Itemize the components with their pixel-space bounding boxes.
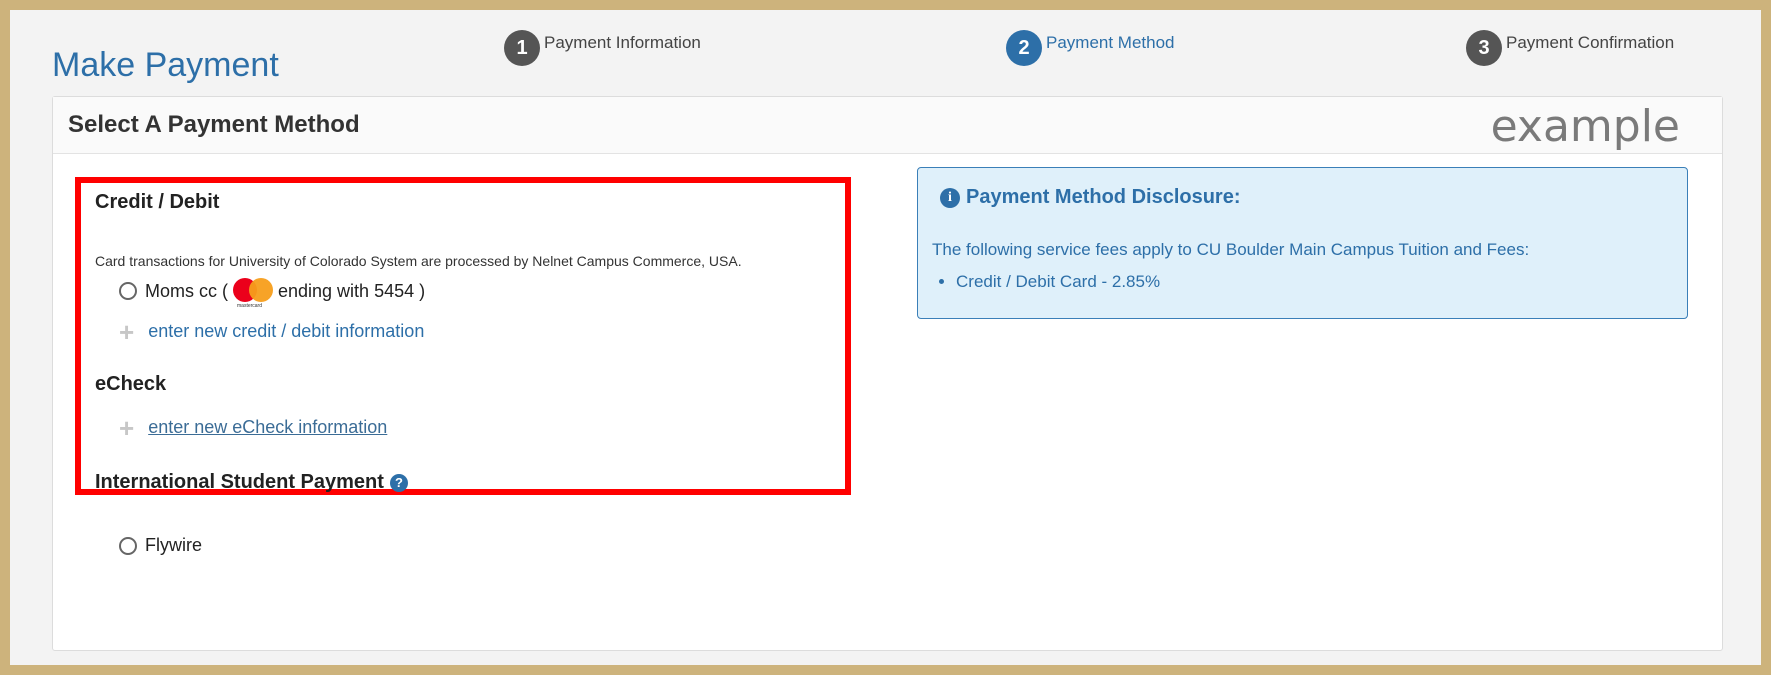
disclosure-text: The following service fees apply to CU B… xyxy=(932,240,1530,259)
step-payment-information: 1 Payment Information xyxy=(504,30,701,66)
saved-card-name: Moms cc ( xyxy=(145,280,228,301)
disclosure-title-text: Payment Method Disclosure: xyxy=(966,186,1241,208)
international-payment-heading: International Student Payment? xyxy=(95,471,408,494)
credit-debit-heading: Credit / Debit xyxy=(95,191,220,213)
international-payment-label: International Student Payment xyxy=(95,471,384,493)
add-credit-debit-row[interactable]: + enter new credit / debit information xyxy=(119,316,424,347)
page-title: Make Payment xyxy=(52,46,279,84)
mastercard-icon: mastercard xyxy=(232,277,274,309)
panel-title: Select A Payment Method xyxy=(68,111,360,138)
saved-card-option[interactable]: Moms cc ( mastercard ending with 5454 ) xyxy=(119,277,426,309)
info-icon: i xyxy=(940,187,960,208)
payment-method-disclosure: i Payment Method Disclosure: The followi… xyxy=(917,167,1688,319)
disclosure-title: i Payment Method Disclosure: xyxy=(940,186,1241,209)
echeck-heading: eCheck xyxy=(95,373,167,395)
step-payment-confirmation: 3 Payment Confirmation xyxy=(1466,30,1674,66)
step-label: Payment Information xyxy=(544,33,701,52)
plus-icon: + xyxy=(119,316,135,347)
example-watermark: example xyxy=(1490,101,1680,152)
flywire-label: Flywire xyxy=(145,535,202,555)
step-number: 3 xyxy=(1466,30,1502,66)
step-payment-method: 2 Payment Method xyxy=(1006,30,1175,66)
help-icon[interactable]: ? xyxy=(389,473,408,492)
step-label: Payment Confirmation xyxy=(1506,33,1675,52)
flywire-radio[interactable] xyxy=(119,536,137,555)
flywire-option[interactable]: Flywire xyxy=(119,535,202,556)
fee-list: Credit / Debit Card - 2.85% xyxy=(932,272,1160,292)
page-frame: Make Payment 1 Payment Information 2 Pay… xyxy=(10,10,1761,665)
enter-new-credit-debit-link[interactable]: enter new credit / debit information xyxy=(148,321,424,342)
add-echeck-row[interactable]: + enter new eCheck information xyxy=(119,412,387,443)
step-number: 1 xyxy=(504,30,540,66)
saved-card-suffix: ending with 5454 ) xyxy=(278,280,426,301)
panel-header: Select A Payment Method example xyxy=(53,97,1722,154)
plus-icon: + xyxy=(119,412,135,443)
saved-card-radio[interactable] xyxy=(119,282,137,300)
payment-method-panel: Select A Payment Method example Credit /… xyxy=(52,96,1723,651)
step-number: 2 xyxy=(1006,30,1042,66)
step-label: Payment Method xyxy=(1046,33,1175,52)
enter-new-echeck-link[interactable]: enter new eCheck information xyxy=(148,417,387,438)
fee-item: Credit / Debit Card - 2.85% xyxy=(956,272,1160,292)
card-processing-note: Card transactions for University of Colo… xyxy=(95,253,742,269)
